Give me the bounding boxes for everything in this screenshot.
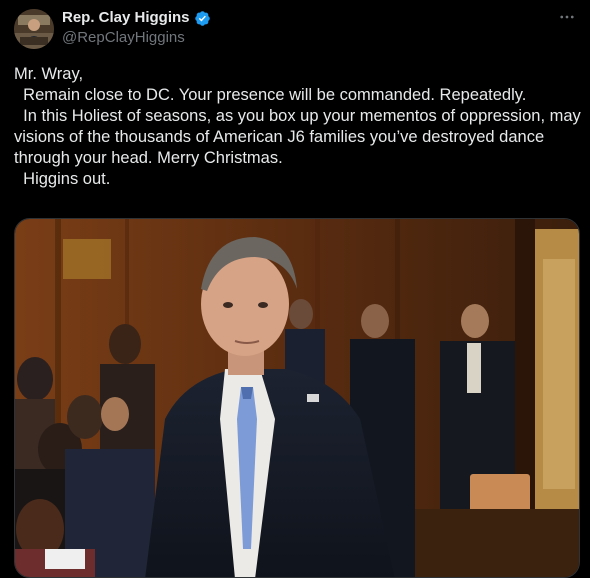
tweet-line: Mr. Wray, <box>14 65 84 83</box>
verified-badge-icon <box>194 10 210 26</box>
more-options-icon <box>560 15 574 19</box>
author-handle[interactable]: @RepClayHiggins <box>62 29 185 47</box>
tweet-text: Mr. Wray, Remain close to DC. Your prese… <box>14 64 582 190</box>
author-display-name[interactable]: Rep. Clay Higgins <box>62 9 190 27</box>
tweet-card: Rep. Clay Higgins @RepClayHiggins Mr. Wr… <box>0 0 590 578</box>
tweet-line: Remain close to DC. Your presence will b… <box>14 86 527 104</box>
user-avatar-photo-icon <box>14 9 54 49</box>
avatar[interactable] <box>14 9 54 49</box>
tweet-line: Higgins out. <box>14 170 111 188</box>
tweet-line: In this Holiest of seasons, as you box u… <box>14 107 586 167</box>
tweet-photo-icon <box>15 219 579 577</box>
tweet-photo[interactable] <box>14 218 580 578</box>
author-name-row[interactable]: Rep. Clay Higgins <box>62 9 211 27</box>
more-options-button[interactable] <box>556 8 578 28</box>
